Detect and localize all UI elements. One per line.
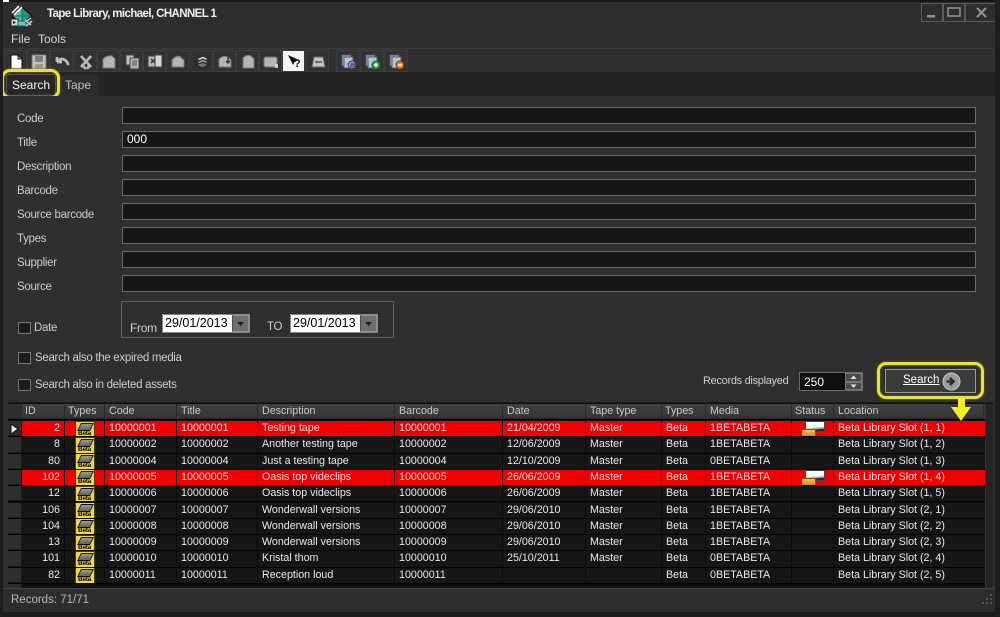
svg-text:@: @ bbox=[350, 64, 356, 70]
svg-text:?: ? bbox=[294, 58, 301, 70]
